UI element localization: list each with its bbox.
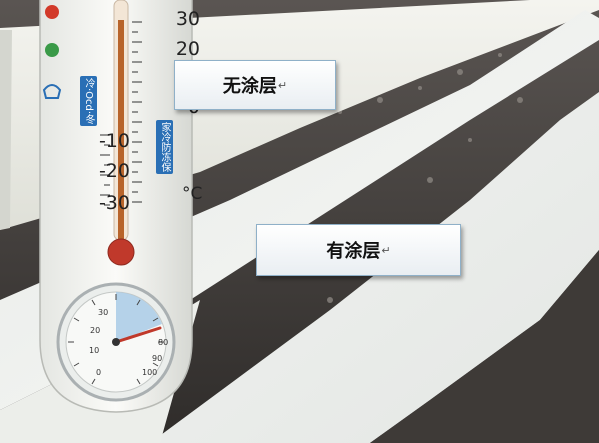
paragraph-mark-icon: ↵ [381,243,391,257]
gauge-tick-80: 80 [158,338,169,347]
thermometer-vertical-text-1: 冷·Ocd·冬 [80,76,97,127]
label-uncoated: 无涂层 ↵ [174,60,336,110]
paragraph-mark-icon: ↵ [277,78,288,92]
scale-label-minus-10: -10 [98,130,130,152]
photo-scene: 30 20 10 0 -10 -20 -30 °C 冷·Ocd·冬 家冷防冻保 … [0,0,599,443]
blade-uncoated-edge [0,30,12,230]
gauge-tick-20: 20 [90,326,101,335]
gauge-tick-90: 90 [152,354,163,363]
scale-label-minus-20: -20 [98,160,130,182]
gauge-tick-100: 100 [142,368,158,377]
scale-label-20: 20 [175,38,200,60]
scale-label-30: 30 [175,8,200,30]
label-coated: 有涂层 ↵ [256,224,461,276]
unit-celsius: °C [182,184,203,204]
label-coated-text: 有涂层 [326,241,381,262]
thermometer-vertical-text-2: 家冷防冻保 [156,120,173,174]
gauge-tick-0: 0 [96,368,102,377]
label-uncoated-text: 无涂层 [222,76,277,97]
scale-label-minus-30: -30 [98,192,130,214]
gauge-tick-30: 30 [98,308,109,317]
gauge-tick-10: 10 [89,346,100,355]
